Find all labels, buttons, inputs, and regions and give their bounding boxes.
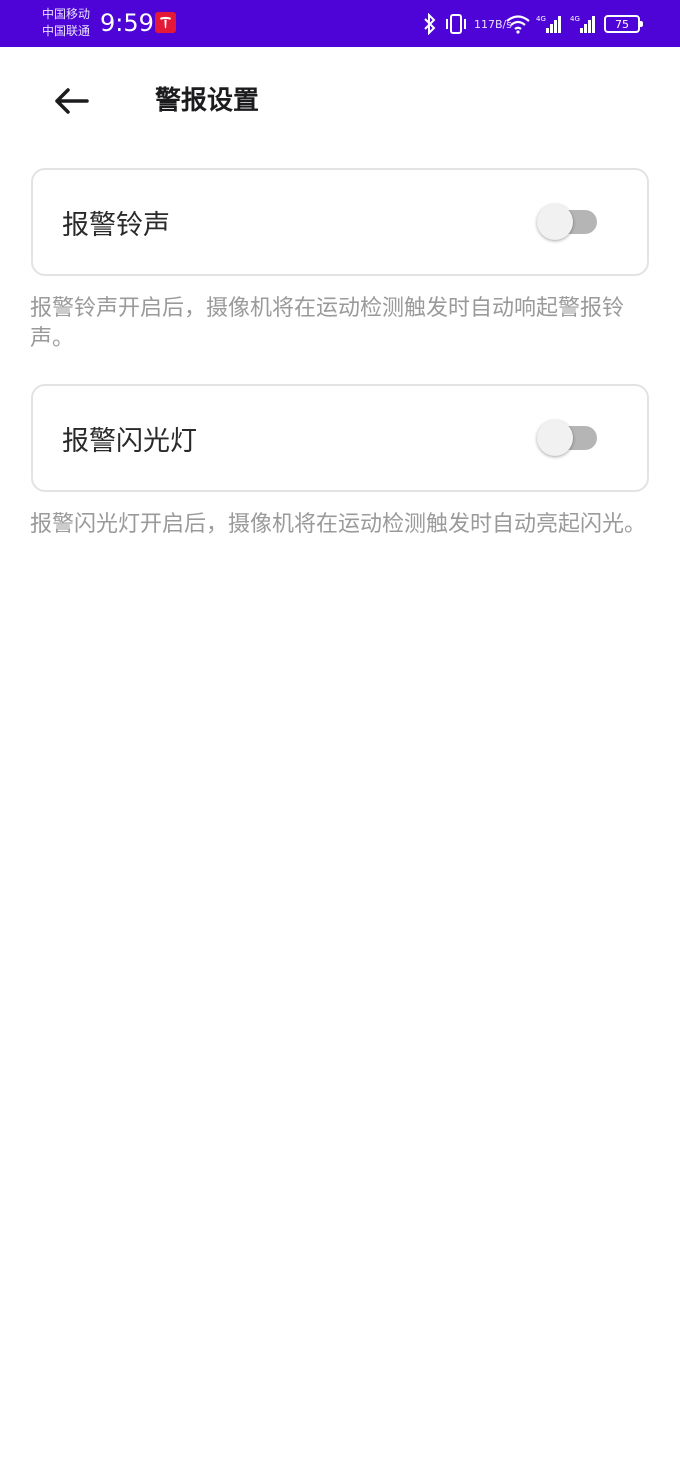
alarm-ringtone-card: 报警铃声 (31, 168, 649, 276)
battery-icon: 75 (604, 15, 643, 33)
status-bar: 中国移动 中国联通 9:59 117 B/s 4G 4G 75 (0, 0, 680, 47)
tesla-app-icon (155, 12, 176, 33)
back-button[interactable] (46, 80, 96, 122)
alarm-flash-toggle[interactable] (537, 420, 597, 456)
carrier-2: 中国联通 (42, 24, 91, 38)
page-title: 警报设置 (155, 86, 260, 116)
network-speed: 117 B/s (474, 17, 512, 31)
alarm-ringtone-label: 报警铃声 (62, 209, 170, 241)
svg-text:4G: 4G (570, 15, 580, 23)
alarm-ringtone-toggle[interactable] (537, 204, 597, 240)
status-icons: 117 B/s 4G 4G 75 (422, 10, 643, 38)
carrier-1: 中国移动 (42, 7, 91, 21)
battery-level: 75 (615, 17, 629, 31)
bluetooth-icon (422, 13, 438, 35)
alarm-flash-card: 报警闪光灯 (31, 384, 649, 492)
wifi-icon (506, 14, 530, 34)
alarm-flash-hint: 报警闪光灯开启后，摄像机将在运动检测触发时自动亮起闪光。 (30, 512, 647, 537)
network-speed-value: 117 (474, 17, 495, 31)
status-time: 9:59 (100, 9, 154, 37)
signal-4g-icon-2: 4G (570, 13, 598, 35)
toggle-thumb (537, 420, 573, 456)
vibrate-icon (444, 13, 468, 35)
toggle-thumb (537, 204, 573, 240)
arrow-left-icon (55, 88, 89, 114)
alarm-ringtone-hint: 报警铃声开启后，摄像机将在运动检测触发时自动响起警报铃声。 (30, 296, 625, 351)
alarm-flash-label: 报警闪光灯 (62, 425, 197, 457)
carrier-info: 中国移动 中国联通 (42, 6, 90, 40)
signal-4g-icon: 4G (536, 13, 564, 35)
svg-text:4G: 4G (536, 15, 546, 23)
